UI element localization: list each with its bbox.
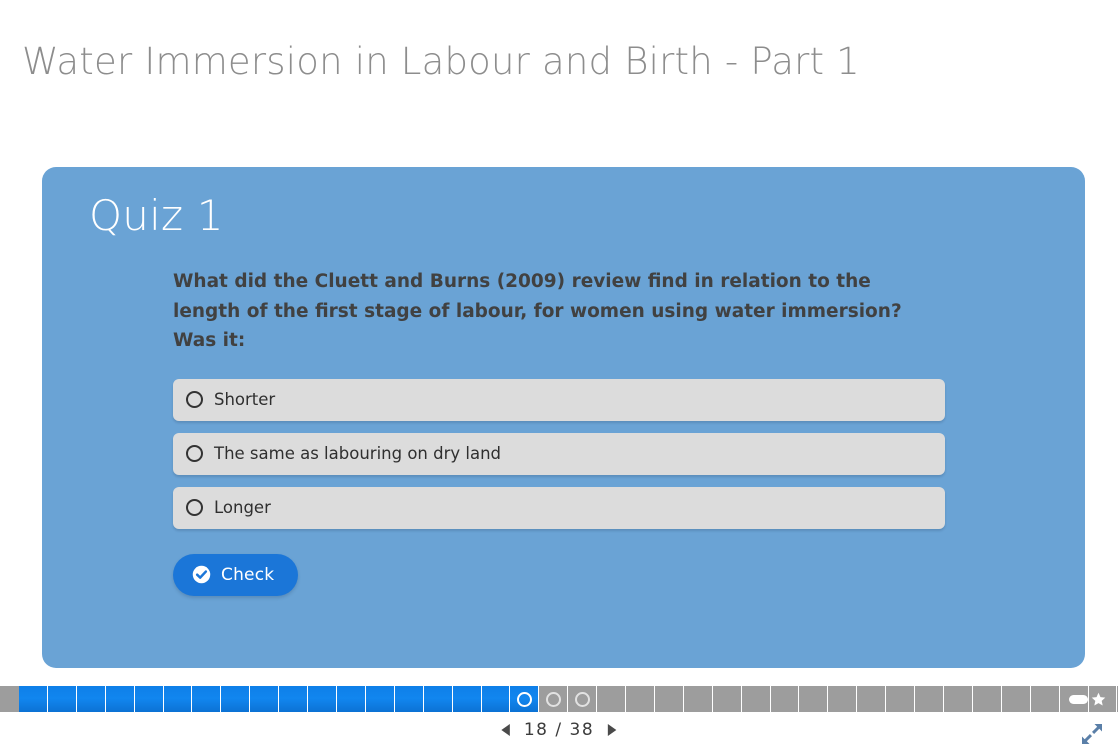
slide-progress-bar[interactable] (0, 686, 1118, 712)
page-counter: 18 / 38 (523, 720, 595, 740)
progress-segment[interactable] (510, 686, 540, 712)
progress-bar-start-gap (0, 686, 19, 712)
quiz-body: What did the Cluett and Burns (2009) rev… (173, 267, 1045, 596)
option-label: Longer (214, 497, 271, 517)
check-button[interactable]: Check (173, 553, 299, 596)
progress-segment[interactable] (250, 686, 280, 712)
radio-button-icon[interactable] (186, 391, 203, 408)
progress-marker-icon (516, 691, 532, 707)
progress-segment[interactable] (712, 686, 742, 712)
progress-segment[interactable] (1001, 686, 1031, 712)
progress-segment[interactable] (915, 686, 944, 712)
option-row[interactable]: Longer (173, 486, 945, 529)
option-row[interactable]: The same as labouring on dry land (173, 432, 945, 475)
page-title: Water Immersion in Labour and Birth - Pa… (22, 40, 860, 83)
progress-segment[interactable] (741, 686, 771, 712)
triangle-left-icon[interactable] (500, 723, 512, 737)
progress-segment[interactable] (19, 686, 48, 712)
progress-segment[interactable] (105, 686, 135, 712)
progress-segment[interactable] (134, 686, 164, 712)
progress-segment[interactable] (192, 686, 222, 712)
check-button-label: Check (221, 564, 275, 585)
question-text: What did the Cluett and Burns (2009) rev… (173, 271, 902, 351)
pill-icon (1069, 694, 1088, 704)
option-label: The same as labouring on dry land (214, 443, 502, 463)
progress-segment[interactable] (394, 686, 424, 712)
bottom-navigation-bar: 18 / 38 (0, 712, 1118, 755)
progress-segment[interactable] (944, 686, 973, 712)
progress-segment[interactable] (279, 686, 309, 712)
options-list: Shorter The same as labouring on dry lan… (173, 378, 1045, 529)
progress-marker-icon (545, 691, 561, 707)
progress-segment[interactable] (654, 686, 684, 712)
progress-segment[interactable] (886, 686, 916, 712)
progress-segment[interactable] (972, 686, 1002, 712)
progress-segment[interactable] (365, 686, 395, 712)
star-icon (1091, 692, 1106, 705)
option-row[interactable]: Shorter (173, 378, 945, 421)
progress-segment[interactable] (47, 686, 77, 712)
radio-button-icon[interactable] (186, 499, 203, 516)
progress-segment[interactable] (828, 686, 858, 712)
progress-segment[interactable] (221, 686, 251, 712)
progress-segment[interactable] (76, 686, 106, 712)
quiz-panel: Quiz 1 What did the Cluett and Burns (20… (42, 167, 1085, 668)
progress-segment[interactable] (539, 686, 569, 712)
progress-segment[interactable] (163, 686, 193, 712)
progress-segment[interactable] (568, 686, 598, 712)
option-label: Shorter (214, 389, 276, 409)
progress-segment[interactable] (770, 686, 800, 712)
quiz-heading: Quiz 1 (89, 191, 224, 240)
progress-segment[interactable] (481, 686, 511, 712)
progress-segment[interactable] (857, 686, 887, 712)
triangle-right-icon[interactable] (606, 723, 618, 737)
expand-arrows-icon[interactable] (1080, 722, 1104, 746)
progress-marker-icon (574, 691, 590, 707)
progress-segment[interactable] (683, 686, 713, 712)
progress-segment[interactable] (799, 686, 829, 712)
page-navigation: 18 / 38 (500, 720, 618, 740)
progress-segment[interactable] (336, 686, 366, 712)
progress-segment[interactable] (1030, 686, 1060, 712)
progress-segment[interactable] (308, 686, 337, 712)
progress-segment[interactable] (626, 686, 655, 712)
radio-button-icon[interactable] (186, 445, 203, 462)
progress-segment[interactable] (452, 686, 482, 712)
progress-segment[interactable] (423, 686, 453, 712)
progress-end-icons (1069, 686, 1106, 712)
check-circle-icon (192, 565, 211, 584)
progress-segment[interactable] (597, 686, 627, 712)
